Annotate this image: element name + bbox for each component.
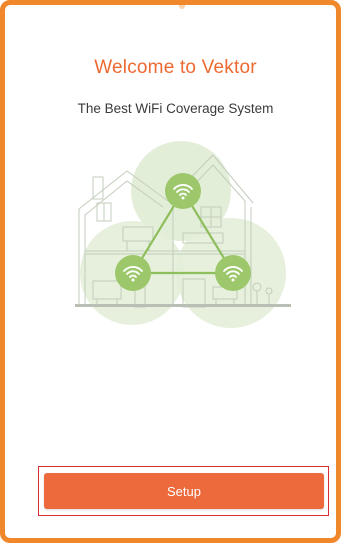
camera-notch	[179, 5, 185, 9]
welcome-subtitle: The Best WiFi Coverage System	[77, 101, 274, 116]
app-screen: Welcome to Vektor The Best WiFi Coverage…	[0, 0, 341, 543]
ground-line	[75, 304, 291, 307]
setup-button[interactable]: Setup	[44, 473, 324, 509]
welcome-title: Welcome to Vektor	[94, 57, 257, 78]
wifi-node-right	[215, 255, 251, 291]
mesh-wifi-house-illustration	[75, 141, 291, 328]
wifi-node-top	[165, 173, 201, 209]
wifi-node-left	[115, 255, 151, 291]
